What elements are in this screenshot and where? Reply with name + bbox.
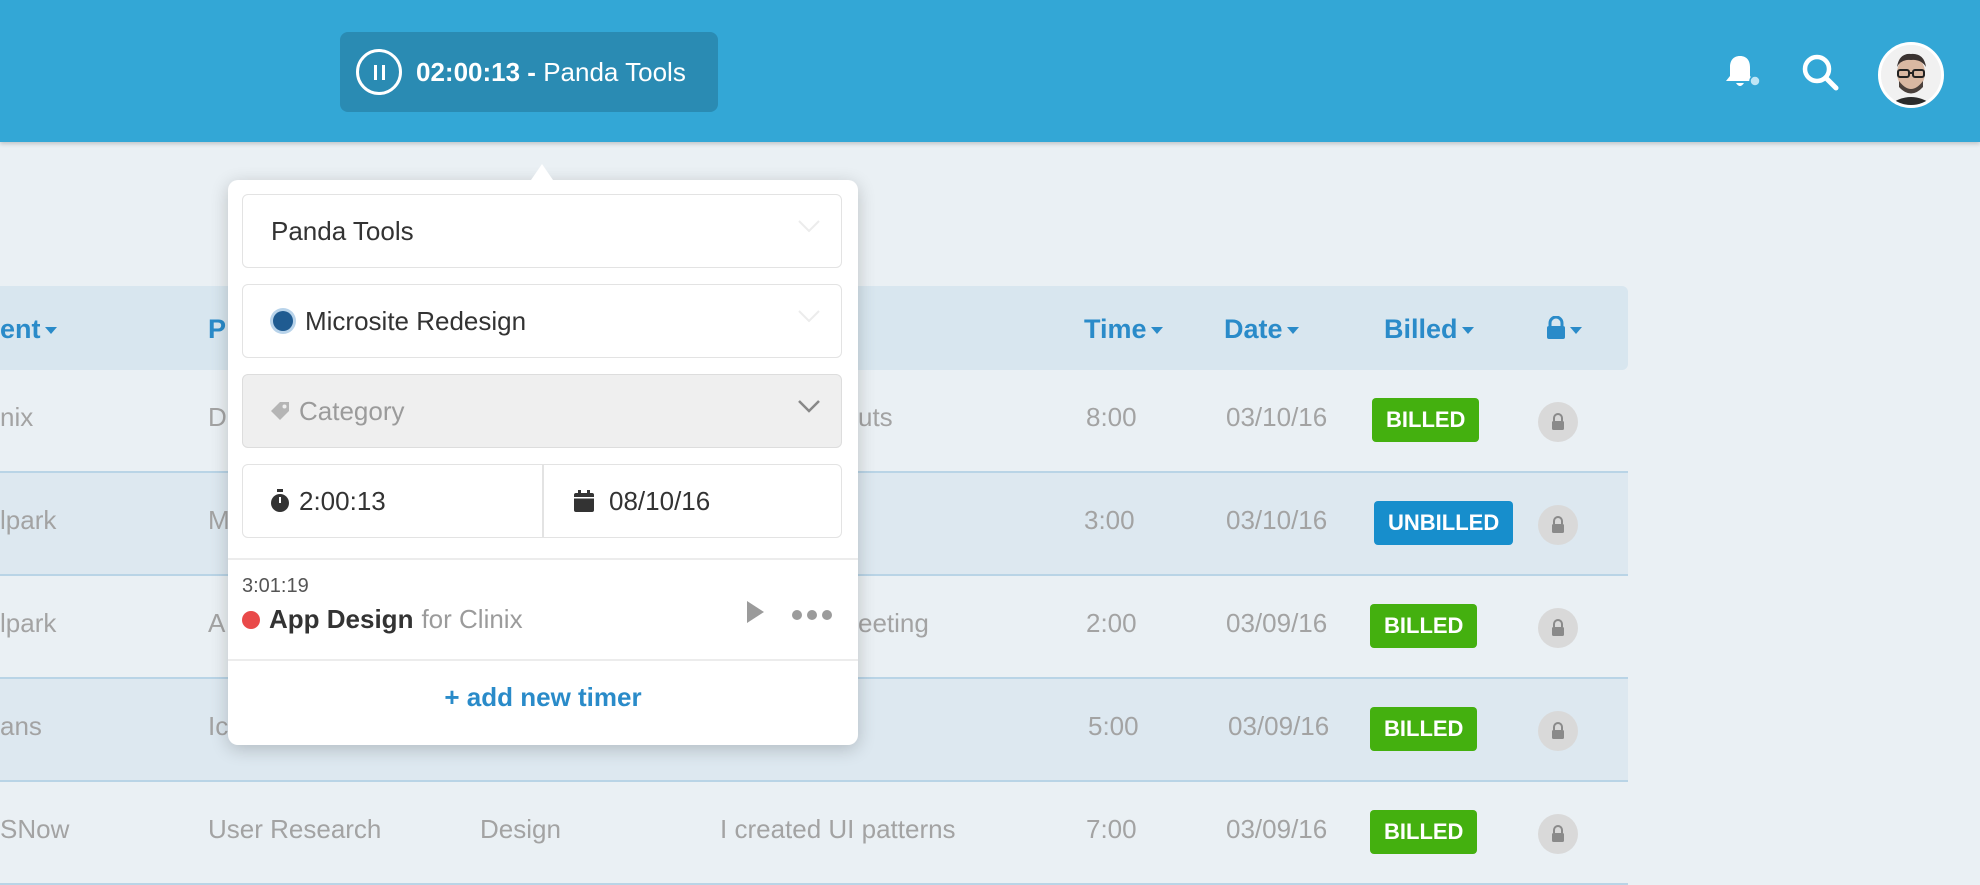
timer-popover: Panda Tools Microsite Redesign Category … — [228, 164, 858, 745]
lock-icon — [1552, 825, 1564, 842]
row-project: Ic — [208, 711, 229, 741]
header-time[interactable]: Time — [1084, 314, 1163, 345]
recent-timer-project: App Design — [269, 604, 414, 634]
pause-icon[interactable] — [356, 49, 402, 95]
stopwatch-icon — [271, 489, 289, 512]
status-badge[interactable]: BILLED — [1370, 604, 1478, 648]
sort-caret-icon — [44, 327, 57, 335]
row-project: A — [208, 608, 226, 638]
calendar-icon — [574, 490, 594, 512]
row-project: D — [208, 402, 227, 432]
date-value: 08/10/16 — [609, 485, 711, 516]
row-date: 03/09/16 — [1226, 608, 1328, 638]
separator — [228, 558, 858, 560]
lock-button[interactable] — [1538, 608, 1578, 648]
chevron-down-icon — [798, 220, 820, 233]
status-badge[interactable]: UNBILLED — [1374, 501, 1514, 545]
header-date[interactable]: Date — [1224, 314, 1299, 345]
active-timer-time: 02:00:13 — [416, 56, 521, 87]
status-badge[interactable]: BILLED — [1370, 707, 1478, 751]
lock-button[interactable] — [1538, 711, 1578, 751]
lock-icon — [1552, 413, 1564, 430]
bell-icon[interactable] — [1720, 52, 1760, 92]
lock-icon — [1547, 315, 1565, 339]
row-client: SNow — [0, 814, 70, 844]
add-new-timer-button[interactable]: + add new timer — [228, 682, 858, 713]
recent-timer-client: for Clinix — [421, 604, 523, 634]
sort-caret-icon — [1286, 327, 1299, 335]
project-select[interactable]: Microsite Redesign — [242, 284, 842, 358]
header-project[interactable]: P — [208, 314, 226, 345]
active-timer-button[interactable]: 02:00:13 - Panda Tools — [340, 32, 718, 112]
duration-value: 2:00:13 — [299, 485, 386, 516]
recent-timer-title: App Design for Clinix — [242, 604, 523, 635]
row-notes: I created UI patterns — [720, 814, 956, 844]
chevron-down-icon — [798, 400, 820, 413]
project-color-dot — [273, 311, 293, 331]
header-client[interactable]: ent — [0, 314, 57, 345]
row-date: 03/09/16 — [1228, 711, 1330, 741]
sort-caret-icon — [1461, 327, 1474, 335]
row-client: ans — [0, 711, 42, 741]
active-timer-label: 02:00:13 - Panda Tools — [416, 57, 686, 88]
row-time: 2:00 — [1086, 608, 1137, 638]
client-select-value: Panda Tools — [271, 215, 414, 246]
user-avatar[interactable] — [1878, 42, 1944, 108]
row-client: lpark — [0, 608, 57, 638]
row-date: 03/09/16 — [1226, 814, 1328, 844]
recent-project-color-dot — [242, 610, 260, 629]
tag-icon — [271, 402, 289, 420]
lock-icon — [1552, 619, 1564, 636]
row-category: Design — [480, 814, 561, 844]
header-billed[interactable]: Billed — [1384, 314, 1474, 345]
row-notes: eeting — [858, 608, 929, 638]
duration-date-row: 2:00:13 08/10/16 — [242, 464, 842, 538]
lock-button[interactable] — [1538, 814, 1578, 854]
timer-separator: - — [520, 56, 544, 87]
lock-button[interactable] — [1538, 402, 1578, 442]
category-placeholder: Category — [299, 395, 405, 426]
search-icon[interactable] — [1800, 52, 1840, 92]
row-time: 7:00 — [1086, 814, 1137, 844]
sort-caret-icon — [1570, 327, 1582, 335]
row-time: 5:00 — [1088, 711, 1139, 741]
lock-button[interactable] — [1538, 505, 1578, 545]
row-date: 03/10/16 — [1226, 402, 1328, 432]
date-field[interactable]: 08/10/16 — [573, 465, 710, 537]
row-client: lpark — [0, 505, 57, 535]
project-select-value: Microsite Redesign — [305, 305, 527, 336]
lock-icon — [1552, 516, 1564, 533]
lock-icon — [1552, 722, 1564, 739]
row-client: nix — [0, 402, 34, 432]
top-bar: 02:00:13 - Panda Tools — [0, 0, 1980, 142]
row-date: 03/10/16 — [1226, 505, 1328, 535]
row-time: 8:00 — [1086, 402, 1137, 432]
row-project: M — [208, 505, 230, 535]
chevron-down-icon — [798, 310, 820, 323]
row-notes: uts — [858, 402, 893, 432]
play-icon[interactable] — [744, 599, 766, 625]
status-badge[interactable]: BILLED — [1372, 398, 1480, 442]
category-select[interactable]: Category — [242, 374, 842, 448]
client-select[interactable]: Panda Tools — [242, 194, 842, 268]
status-badge[interactable]: BILLED — [1370, 810, 1478, 854]
duration-field[interactable]: 2:00:13 — [269, 465, 386, 537]
recent-timer-duration: 3:01:19 — [242, 575, 309, 597]
sort-caret-icon — [1150, 327, 1163, 335]
field-divider — [542, 465, 544, 537]
active-timer-project: Panda Tools — [543, 56, 686, 87]
more-options-icon[interactable] — [791, 609, 833, 621]
separator — [228, 659, 858, 661]
row-time: 3:00 — [1084, 505, 1135, 535]
row-project: User Research — [208, 814, 382, 844]
header-lock[interactable] — [1546, 314, 1582, 345]
